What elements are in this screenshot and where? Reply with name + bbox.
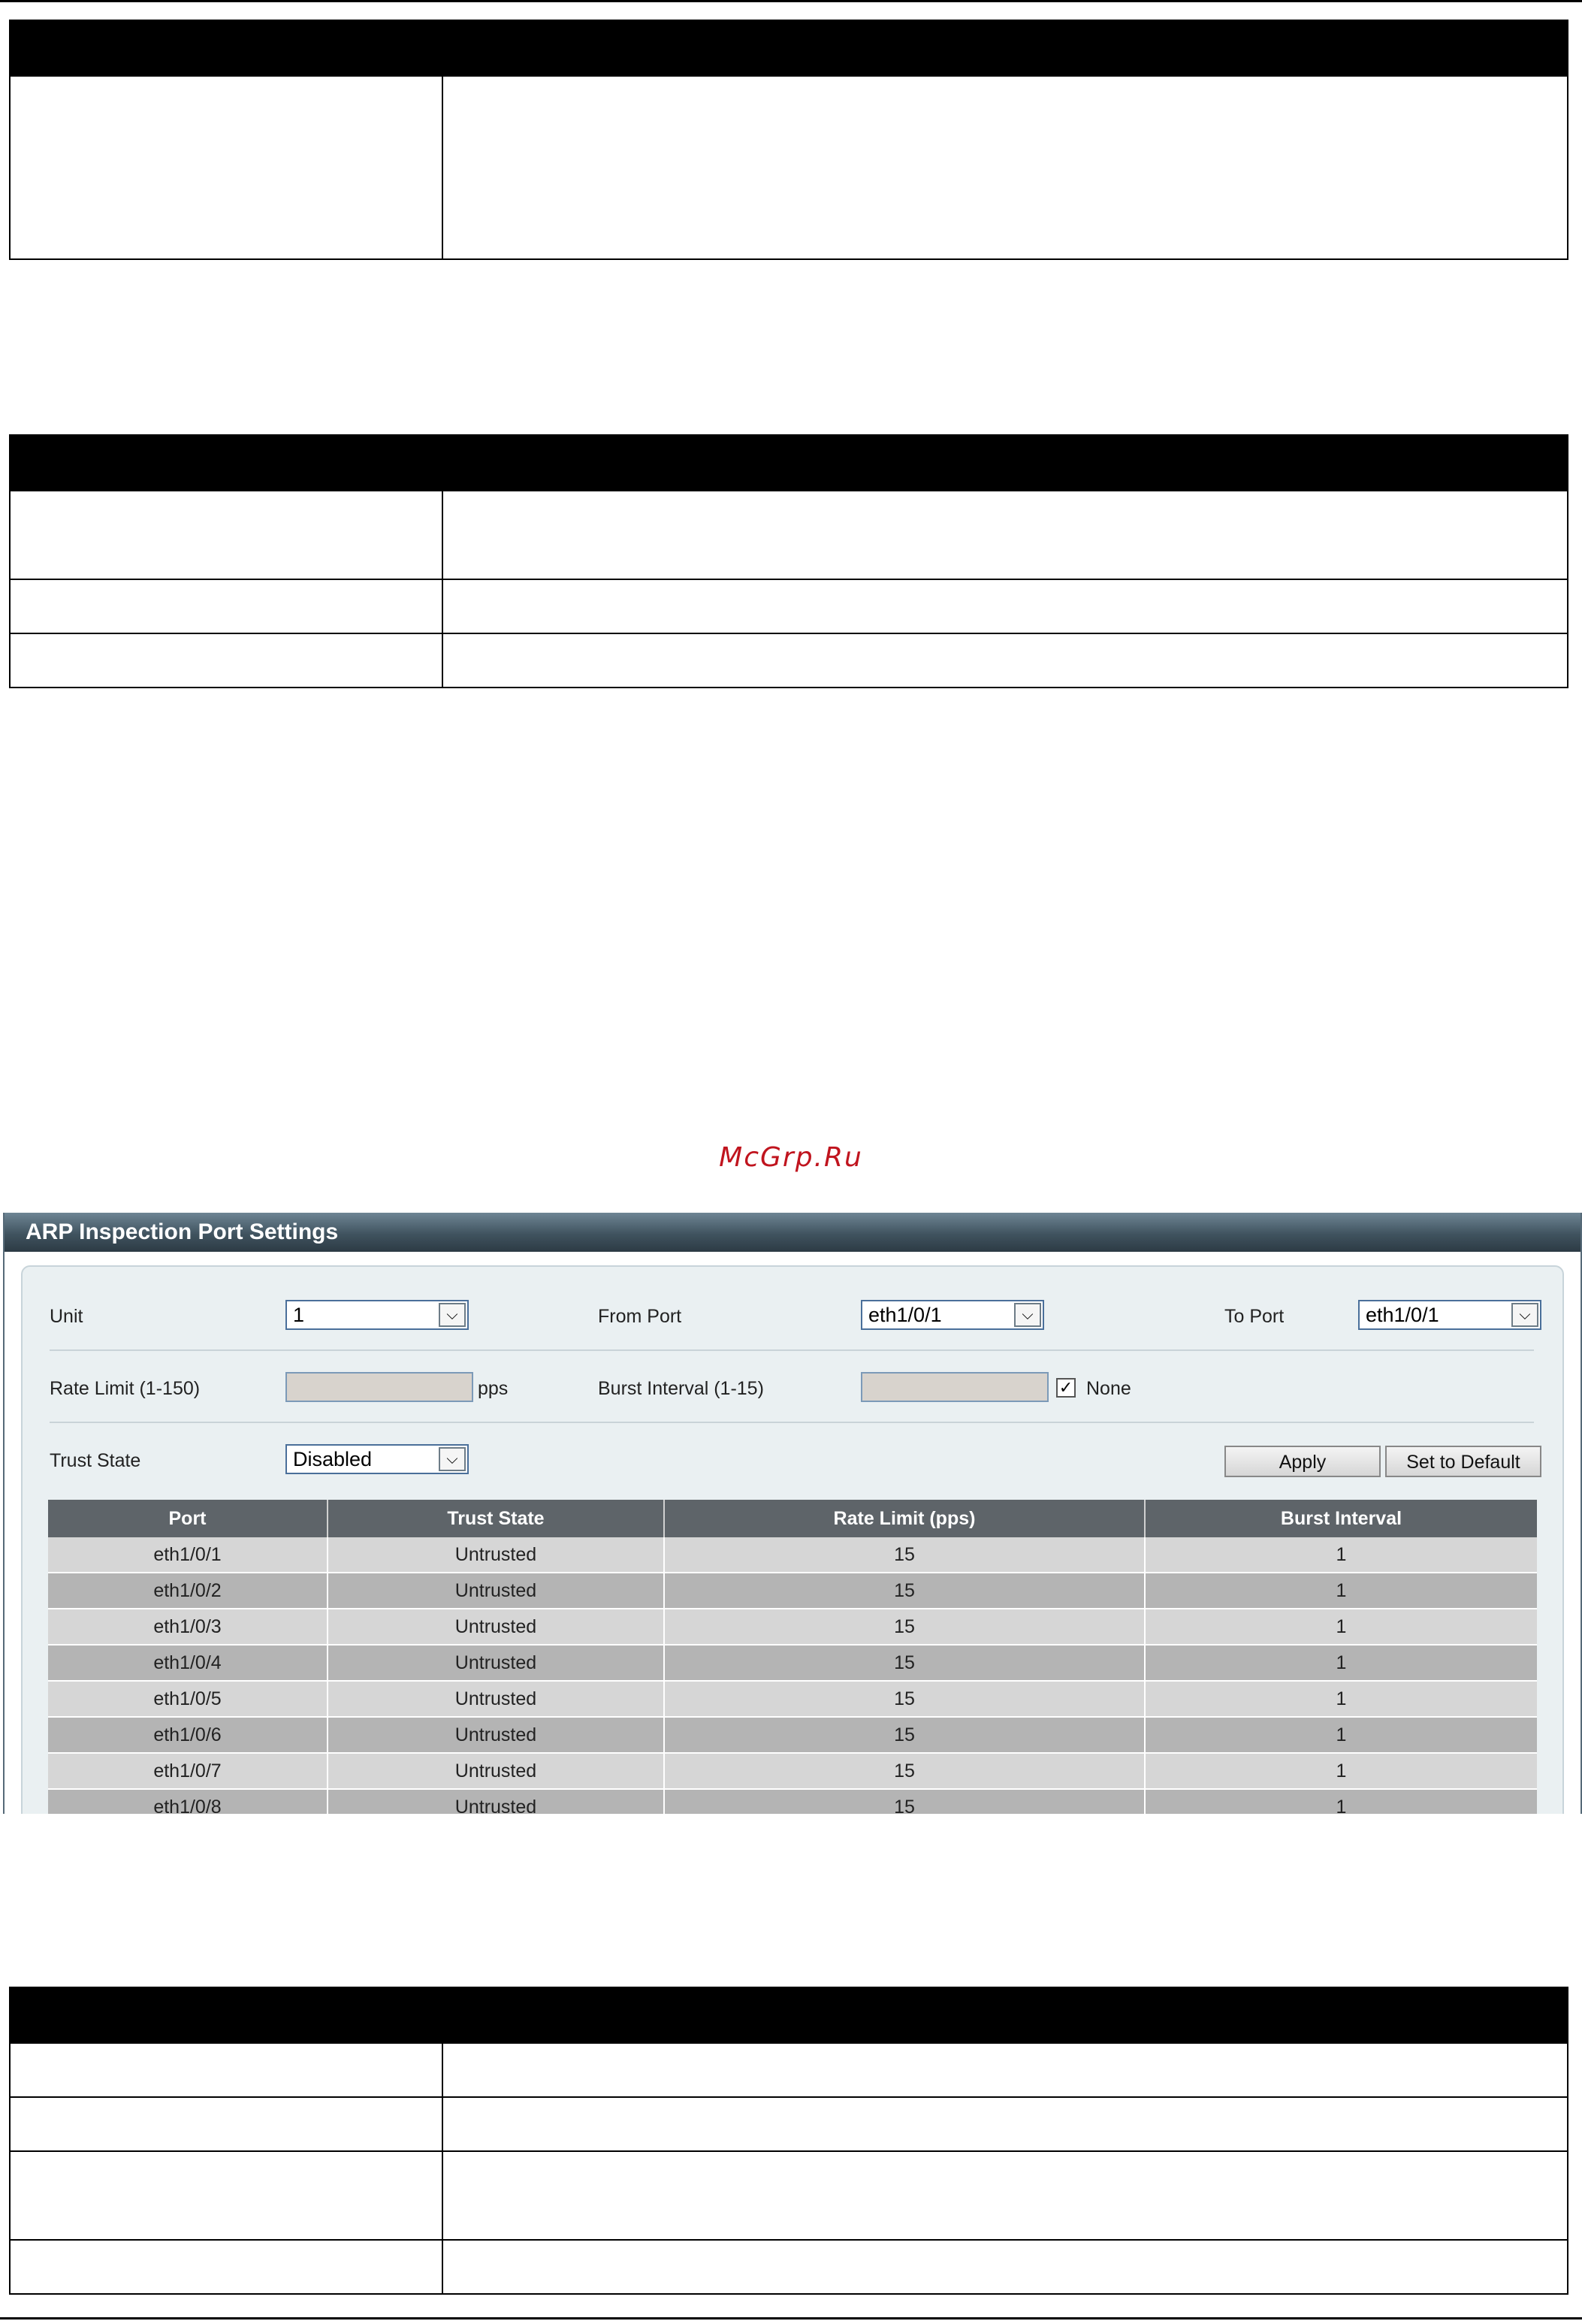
rate-limit-cell: 15 [664,1681,1146,1718]
port-settings-table: Port Trust State Rate Limit (pps) Burst … [48,1500,1537,1814]
table-row: eth1/0/3 Untrusted 15 1 [48,1609,1537,1646]
column-header-burst-interval: Burst Interval [1145,1500,1537,1537]
burst-interval-cell: 1 [1145,1609,1537,1646]
port-cell: eth1/0/5 [48,1681,328,1718]
burst-interval-cell: 1 [1145,1681,1537,1718]
table-row: eth1/0/7 Untrusted 15 1 [48,1753,1537,1790]
table-header [9,20,1568,77]
bottom-rule [0,2317,1582,2319]
apply-button[interactable]: Apply [1224,1446,1381,1477]
table-row [9,633,1568,688]
trust-state-cell: Untrusted [328,1717,665,1754]
table-row [9,2042,1568,2098]
table-row [9,75,1568,260]
rate-limit-input[interactable] [285,1372,473,1402]
unit-select[interactable]: 1 ⌵ [285,1300,469,1330]
check-icon: ✓ [1058,1378,1073,1397]
to-port-select-value: eth1/0/1 [1366,1304,1439,1326]
table-row: eth1/0/5 Untrusted 15 1 [48,1681,1537,1718]
trust-state-cell: Untrusted [328,1645,665,1682]
table-row [9,2239,1568,2295]
trust-state-cell: Untrusted [328,1573,665,1609]
rate-limit-cell: 15 [664,1717,1146,1754]
rate-limit-cell: 15 [664,1537,1146,1573]
table-header-row: Port Trust State Rate Limit (pps) Burst … [48,1500,1537,1537]
port-cell: eth1/0/3 [48,1609,328,1646]
column-header-port: Port [48,1500,328,1537]
chevron-down-icon: ⌵ [1014,1303,1041,1327]
panel-title: ARP Inspection Port Settings [5,1213,1580,1252]
table-row [9,579,1568,634]
to-port-select[interactable]: eth1/0/1 ⌵ [1358,1300,1541,1330]
port-cell: eth1/0/2 [48,1573,328,1609]
chevron-down-icon: ⌵ [439,1447,466,1471]
parameter-table-1 [9,20,1568,260]
to-port-label: To Port [1224,1306,1285,1327]
trust-state-cell: Untrusted [328,1789,665,1814]
burst-interval-cell: 1 [1145,1753,1537,1790]
pps-unit-label: pps [478,1378,509,1399]
burst-interval-input[interactable] [861,1372,1049,1402]
unit-select-value: 1 [293,1304,305,1326]
rate-limit-cell: 15 [664,1753,1146,1790]
port-cell: eth1/0/8 [48,1789,328,1814]
from-port-select[interactable]: eth1/0/1 ⌵ [861,1300,1044,1330]
burst-interval-label: Burst Interval (1-15) [598,1378,764,1399]
rate-limit-cell: 15 [664,1789,1146,1814]
trust-state-select-value: Disabled [293,1448,373,1470]
trust-state-cell: Untrusted [328,1753,665,1790]
table-header [9,1987,1568,2044]
top-rule [0,0,1582,2]
rate-limit-cell: 15 [664,1645,1146,1682]
port-cell: eth1/0/6 [48,1717,328,1754]
table-row [9,490,1568,580]
trust-state-label: Trust State [50,1450,141,1471]
burst-interval-cell: 1 [1145,1717,1537,1754]
rate-limit-cell: 15 [664,1609,1146,1646]
parameter-table-3 [9,1987,1568,2295]
table-row [9,2096,1568,2152]
trust-state-cell: Untrusted [328,1537,665,1573]
port-cell: eth1/0/7 [48,1753,328,1790]
divider [50,1349,1534,1351]
burst-interval-cell: 1 [1145,1573,1537,1609]
rate-limit-label: Rate Limit (1-150) [50,1378,201,1399]
table-row: eth1/0/4 Untrusted 15 1 [48,1645,1537,1682]
table-row: eth1/0/6 Untrusted 15 1 [48,1717,1537,1754]
none-checkbox[interactable]: ✓ [1056,1378,1076,1398]
trust-state-select[interactable]: Disabled ⌵ [285,1444,469,1474]
burst-interval-cell: 1 [1145,1645,1537,1682]
burst-interval-cell: 1 [1145,1537,1537,1573]
unit-label: Unit [50,1306,83,1327]
from-port-select-value: eth1/0/1 [868,1304,942,1326]
trust-state-cell: Untrusted [328,1681,665,1718]
watermark: McGrp.Ru [719,1142,863,1173]
port-cell: eth1/0/4 [48,1645,328,1682]
chevron-down-icon: ⌵ [1511,1303,1538,1327]
arp-inspection-port-settings-panel: ARP Inspection Port Settings Unit 1 ⌵ Fr… [3,1213,1582,1814]
settings-form: Unit 1 ⌵ From Port eth1/0/1 ⌵ To Port et… [21,1265,1564,1814]
table-row: eth1/0/2 Untrusted 15 1 [48,1573,1537,1609]
set-to-default-button[interactable]: Set to Default [1385,1446,1541,1477]
column-header-rate-limit: Rate Limit (pps) [664,1500,1146,1537]
parameter-table-2 [9,434,1568,688]
from-port-label: From Port [598,1306,682,1327]
table-row: eth1/0/1 Untrusted 15 1 [48,1537,1537,1573]
column-header-trust-state: Trust State [328,1500,665,1537]
rate-limit-cell: 15 [664,1573,1146,1609]
table-row: eth1/0/8 Untrusted 15 1 [48,1789,1537,1814]
chevron-down-icon: ⌵ [439,1303,466,1327]
port-cell: eth1/0/1 [48,1537,328,1573]
burst-interval-cell: 1 [1145,1789,1537,1814]
divider [50,1422,1534,1423]
trust-state-cell: Untrusted [328,1609,665,1646]
table-header [9,434,1568,491]
none-label: None [1086,1378,1131,1399]
table-row [9,2150,1568,2241]
